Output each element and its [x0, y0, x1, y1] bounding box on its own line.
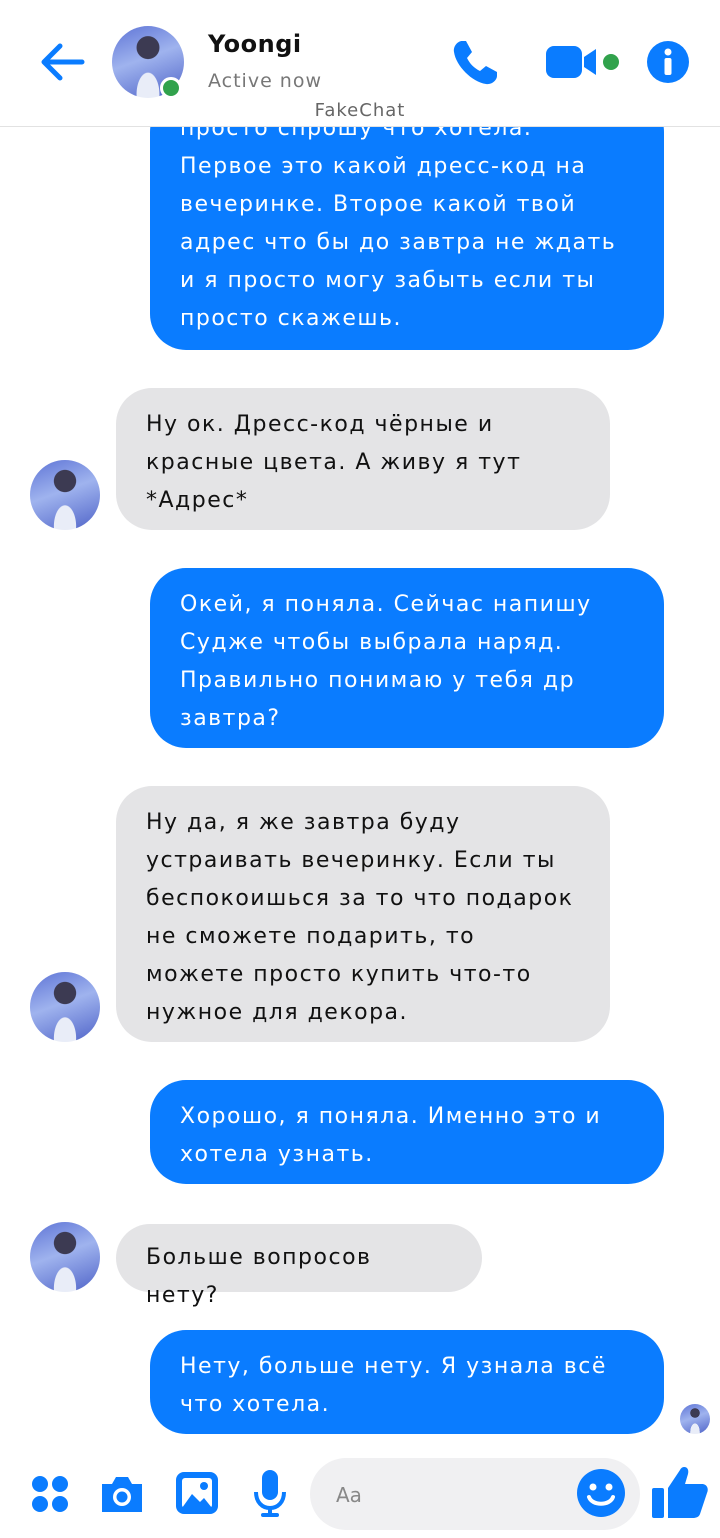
contact-status: Active now [208, 70, 323, 92]
emoji-icon[interactable] [576, 1468, 626, 1518]
info-icon[interactable] [646, 40, 690, 84]
contact-avatar[interactable] [30, 972, 100, 1042]
seen-indicator-avatar [680, 1404, 710, 1434]
contact-avatar[interactable] [30, 460, 100, 530]
microphone-icon[interactable] [250, 1468, 290, 1518]
message-sent[interactable]: Нету, больше нету. Я узнала всё что хоте… [150, 1330, 664, 1434]
thumbs-up-icon[interactable] [650, 1462, 710, 1522]
active-call-indicator [603, 54, 619, 70]
gallery-icon[interactable] [174, 1470, 220, 1516]
camera-icon[interactable] [98, 1472, 146, 1516]
message-thread: просто спрошу что хотела. Первое это как… [0, 0, 720, 1538]
message-received[interactable]: Ну да, я же завтра буду устраивать вечер… [116, 786, 610, 1042]
message-received[interactable]: Ну ок. Дресс-код чёрные и красные цвета.… [116, 388, 610, 530]
watermark: FakeChat [314, 100, 406, 121]
message-input[interactable] [334, 1458, 588, 1532]
phone-icon[interactable] [450, 38, 502, 88]
message-sent[interactable]: Хорошо, я поняла. Именно это и хотела уз… [150, 1080, 664, 1184]
online-status-dot [160, 77, 182, 99]
message-sent[interactable]: Окей, я поняла. Сейчас напишу Судже чтоб… [150, 568, 664, 748]
contact-avatar[interactable] [30, 1222, 100, 1292]
chat-header: Yoongi Active now FakeChat [0, 0, 720, 127]
back-arrow-icon[interactable] [38, 40, 86, 84]
message-sent[interactable]: просто спрошу что хотела. Первое это как… [150, 96, 664, 350]
contact-name[interactable]: Yoongi [208, 30, 302, 58]
menu-dots-icon[interactable] [30, 1474, 70, 1514]
message-received[interactable]: Больше вопросов нету? [116, 1224, 482, 1308]
video-camera-icon[interactable] [544, 42, 600, 82]
